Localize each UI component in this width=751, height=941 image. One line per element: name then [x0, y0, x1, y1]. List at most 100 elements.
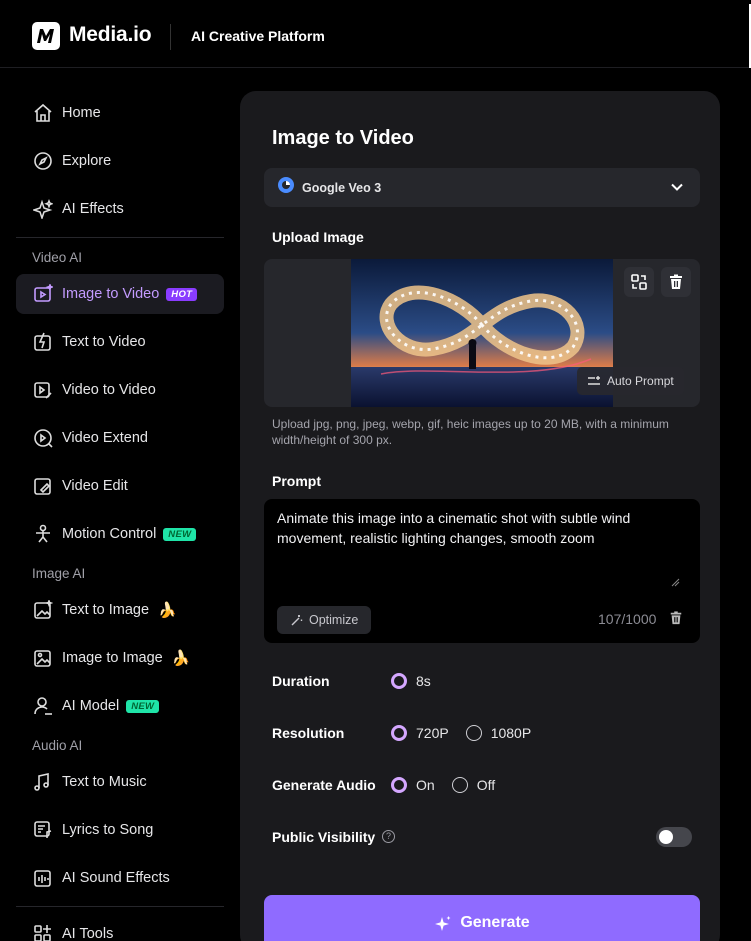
sparkle-icon [435, 916, 451, 931]
sidebar-divider [16, 906, 224, 907]
delete-image-button[interactable] [661, 267, 691, 297]
section-label-audio-ai: Audio AI [32, 738, 83, 753]
swap-icon [631, 274, 647, 290]
sidebar-item-video-edit[interactable]: Video Edit [16, 466, 224, 506]
upload-image-label: Upload Image [272, 229, 364, 245]
model-dropdown[interactable]: Google Veo 3 [264, 168, 700, 207]
hot-badge: HOT [166, 287, 198, 301]
generate-label: Generate [460, 914, 530, 931]
banana-emoji-icon: 🍌 [158, 602, 177, 619]
audio-radio-off[interactable] [451, 777, 468, 793]
duration-radio-8s[interactable] [391, 673, 407, 689]
optimize-button[interactable]: Optimize [277, 606, 372, 634]
new-badge: NEW [126, 699, 160, 713]
trash-icon [670, 274, 682, 289]
sidebar-item-label: Video Extend [62, 430, 148, 446]
radio-label: 1080P [490, 725, 532, 741]
sidebar-item-ai-effects[interactable]: AI Effects [16, 189, 224, 229]
sidebar-item-label: Text to Music [62, 774, 147, 790]
sidebar-item-image-to-video[interactable]: Image to Video HOT [16, 274, 224, 314]
sidebar-item-ai-sound-effects[interactable]: AI Sound Effects [16, 858, 224, 898]
radio-label: On [416, 777, 435, 793]
resolution-label: Resolution [272, 725, 345, 741]
resolution-options: 720P 1080P [391, 725, 548, 741]
sidebar-item-ai-model[interactable]: AI Model NEW [16, 686, 224, 726]
magic-wand-icon [291, 614, 303, 625]
prompt-label: Prompt [272, 473, 321, 489]
radio-label: 8s [416, 673, 431, 689]
sidebar-item-ai-tools[interactable]: AI Tools [16, 914, 224, 941]
sidebar-item-image-to-image[interactable]: Image to Image 🍌 [16, 638, 224, 678]
sidebar-item-motion-control[interactable]: Motion Control NEW [16, 514, 224, 554]
toggle-knob [659, 830, 673, 844]
top-bar: Media.io AI Creative Platform [0, 4, 751, 68]
sidebar-item-explore[interactable]: Explore [16, 141, 224, 181]
resolution-radio-1080p[interactable] [465, 725, 482, 741]
sidebar-item-label: Home [62, 105, 101, 121]
audio-radio-on[interactable] [391, 777, 407, 793]
brand-logo-icon[interactable] [32, 22, 60, 50]
sidebar-item-lyrics-to-song[interactable]: Lyrics to Song [16, 810, 224, 850]
sidebar-item-text-to-image[interactable]: Text to Image 🍌 [16, 590, 224, 630]
google-veo-icon [278, 177, 294, 198]
image-to-image-icon [32, 647, 54, 669]
auto-prompt-button[interactable]: Auto Prompt [577, 367, 684, 395]
sidebar-item-text-to-music[interactable]: Text to Music [16, 762, 224, 802]
optimize-label: Optimize [309, 613, 359, 627]
sidebar-item-label: Explore [62, 153, 112, 169]
generate-button[interactable]: Generate [264, 895, 700, 941]
sidebar-item-label: Image to Image [62, 650, 163, 666]
clear-prompt-button[interactable] [669, 611, 683, 630]
text-to-image-icon [32, 599, 54, 621]
sidebar-item-label: AI Tools [62, 926, 114, 941]
brand-name[interactable]: Media.io [69, 23, 152, 47]
sidebar: Home Explore AI Effects Video AI Image t… [0, 69, 240, 941]
radio-label: Off [476, 777, 496, 793]
ai-model-icon [32, 695, 54, 717]
upload-area[interactable]: Auto Prompt [264, 259, 700, 407]
chevron-down-icon [670, 180, 684, 199]
model-label: Google Veo 3 [302, 180, 382, 195]
replace-image-button[interactable] [624, 267, 654, 297]
sidebar-item-label: Text to Image [62, 602, 150, 618]
resize-handle-icon[interactable] [671, 574, 680, 592]
lyrics-icon [32, 819, 54, 841]
compass-icon [32, 150, 54, 172]
upload-hint: Upload jpg, png, jpeg, webp, gif, heic i… [272, 417, 669, 447]
sidebar-item-label: AI Model [62, 698, 120, 714]
motion-control-icon [32, 523, 54, 545]
sidebar-item-label: Lyrics to Song [62, 822, 154, 838]
banana-emoji-icon: 🍌 [171, 650, 191, 667]
public-visibility-toggle[interactable] [656, 827, 692, 847]
sidebar-item-video-to-video[interactable]: Video to Video [16, 370, 224, 410]
sparkle-icon [32, 198, 54, 220]
sidebar-item-video-extend[interactable]: Video Extend [16, 418, 224, 458]
video-edit-icon [32, 475, 54, 497]
sidebar-item-label: Motion Control [62, 526, 157, 542]
image-to-video-icon [32, 283, 54, 305]
prompt-textarea[interactable]: Animate this image into a cinematic shot… [264, 499, 700, 643]
sidebar-divider [16, 237, 224, 238]
sound-effects-icon [32, 867, 54, 889]
sidebar-item-label: Image to Video [62, 286, 160, 302]
prompt-text[interactable]: Animate this image into a cinematic shot… [277, 508, 682, 548]
public-visibility-label: Public Visibility [272, 829, 376, 845]
section-label-image-ai: Image AI [32, 566, 86, 581]
help-icon[interactable]: ? [382, 830, 395, 843]
sidebar-item-label: Video Edit [62, 478, 128, 494]
sidebar-item-label: Video to Video [62, 382, 156, 398]
auto-prompt-label: Auto Prompt [607, 374, 674, 388]
resolution-radio-720p[interactable] [391, 725, 407, 741]
sidebar-item-text-to-video[interactable]: Text to Video [16, 322, 224, 362]
tools-grid-icon [32, 923, 54, 941]
generate-audio-label: Generate Audio [272, 777, 376, 793]
new-badge: NEW [163, 527, 197, 541]
video-to-video-icon [32, 379, 54, 401]
duration-label: Duration [272, 673, 330, 689]
section-label-video-ai: Video AI [32, 250, 83, 265]
sidebar-item-home[interactable]: Home [16, 93, 224, 133]
duration-options: 8s [391, 673, 448, 689]
character-counter: 107/1000 [598, 611, 657, 627]
audio-options: On Off [391, 777, 512, 793]
platform-label[interactable]: AI Creative Platform [191, 28, 325, 44]
